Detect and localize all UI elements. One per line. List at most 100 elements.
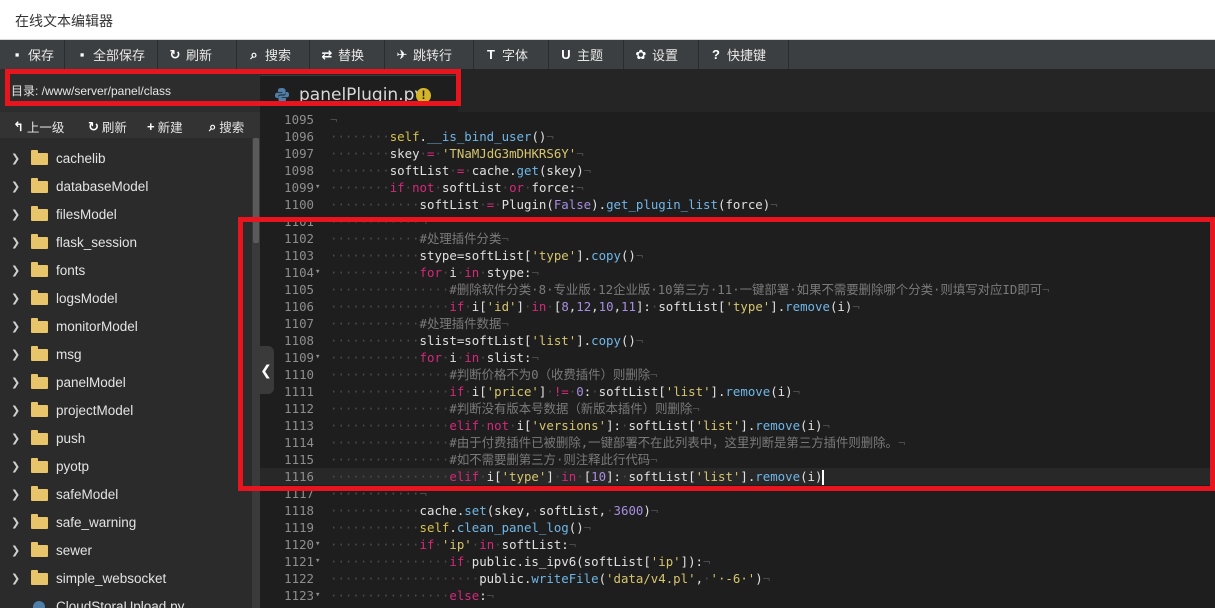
token-ws: · bbox=[546, 299, 554, 314]
token-pl: i[ bbox=[516, 418, 532, 433]
token-kw: for bbox=[419, 265, 442, 280]
toolbar-button-font[interactable]: T 字体 bbox=[474, 40, 549, 69]
token-ws: · bbox=[434, 180, 442, 195]
toolbar-button-replace[interactable]: ⇄ 替换 bbox=[310, 40, 385, 69]
folder-item-safe-warning[interactable]: ❯ safe_warning bbox=[0, 509, 252, 537]
folder-icon bbox=[31, 346, 48, 361]
code-editor[interactable]: 1095 ¬ 1096 ········self.__is_bind_user()¬ 1… bbox=[260, 112, 1215, 608]
token-ws: ¬ bbox=[576, 146, 584, 161]
token-pl: : bbox=[479, 588, 487, 603]
code-line: 1119 ············self.clean_panel_log()¬ bbox=[260, 519, 1215, 536]
folder-name: fonts bbox=[56, 263, 86, 278]
fold-arrow-icon[interactable]: ▾ bbox=[315, 264, 320, 281]
fold-arrow-icon[interactable]: ▾ bbox=[315, 587, 320, 604]
code-line: 1105 ················#删除软件分类·8·专业版·12企业版·… bbox=[260, 281, 1215, 298]
folder-item-sewer[interactable]: ❯ sewer bbox=[0, 537, 252, 565]
token-str: 'ip' bbox=[650, 554, 681, 569]
toolbar-button-theme[interactable]: U 主题 bbox=[549, 40, 624, 69]
folder-item-filesmodel[interactable]: ❯ filesModel bbox=[0, 201, 252, 229]
folder-name: safe_warning bbox=[56, 515, 137, 530]
token-kw: if bbox=[389, 180, 405, 195]
token-pl: . bbox=[449, 520, 457, 535]
token-cm: #处理插件分类 bbox=[419, 231, 502, 246]
token-ws: ············ bbox=[330, 520, 420, 535]
token-pl: (i) bbox=[800, 469, 823, 484]
folder-item-pyotp[interactable]: ❯ pyotp bbox=[0, 453, 252, 481]
token-str: 'id' bbox=[486, 299, 517, 314]
folder-icon bbox=[31, 262, 48, 277]
font-icon: T bbox=[487, 47, 495, 62]
code-line: 1108 ············slist=softList['list'].c… bbox=[260, 332, 1215, 349]
toolbar-button-search[interactable]: ⌕ 搜索 bbox=[237, 40, 310, 69]
folder-name: push bbox=[56, 431, 86, 446]
toolbar-button-label: 设置 bbox=[652, 48, 679, 63]
file-item[interactable]: CloudStoraUpload.py bbox=[0, 593, 252, 608]
collapse-sidebar-button[interactable]: ❮ bbox=[258, 346, 274, 394]
token-str: 'type' bbox=[531, 248, 577, 263]
fold-arrow-icon[interactable]: ▾ bbox=[315, 349, 320, 366]
code-line: 1104 ▾ ············for·i·in·stype:¬ bbox=[260, 264, 1215, 281]
token-kw: in bbox=[479, 537, 495, 552]
token-ws: · bbox=[464, 163, 472, 178]
folder-item-flask-session[interactable]: ❯ flask_session bbox=[0, 229, 252, 257]
token-ws: ¬ bbox=[330, 112, 338, 127]
code-line: 1113 ················elif·not·i['versions… bbox=[260, 417, 1215, 434]
tab-panelplugin[interactable]: panelPlugin.py ! bbox=[260, 75, 458, 113]
folder-item-cachelib[interactable]: ❯ cachelib bbox=[0, 145, 252, 173]
token-ws: ¬ bbox=[650, 452, 658, 467]
token-fn: remove bbox=[755, 418, 801, 433]
toolbar-button-shortcut[interactable]: ? 快捷键 bbox=[699, 40, 789, 69]
scrollbar-thumb[interactable] bbox=[253, 138, 259, 243]
token-cm: #删除软件分类·8·专业版·12企业版·10第三方·11·一键部署·如果不需要删… bbox=[449, 282, 1043, 297]
shortcut-icon: ? bbox=[712, 47, 720, 62]
code-text: ········softList·=·cache.get(skey)¬ bbox=[330, 162, 591, 179]
chevron-right-icon: ❯ bbox=[11, 153, 21, 165]
fold-arrow-icon[interactable]: ▾ bbox=[315, 553, 320, 570]
toolbar-button-save-all[interactable]: ▪ 全部保存 bbox=[65, 40, 158, 69]
sidebar-tool-search[interactable]: ⌕ 搜索 bbox=[209, 117, 244, 136]
token-ws: · bbox=[591, 384, 599, 399]
folder-item-projectmodel[interactable]: ❯ projectModel bbox=[0, 397, 252, 425]
settings-icon: ✿ bbox=[635, 46, 647, 62]
token-kw: or bbox=[509, 180, 525, 195]
folder-item-safemodel[interactable]: ❯ safeModel bbox=[0, 481, 252, 509]
toolbar-button-label: 主题 bbox=[577, 48, 604, 63]
toolbar-button-settings[interactable]: ✿ 设置 bbox=[624, 40, 699, 69]
toolbar-button-label: 搜索 bbox=[265, 48, 292, 63]
token-pl: skey bbox=[389, 146, 420, 161]
token-ws: · bbox=[434, 537, 442, 552]
code-line: 1100 ············softList·=·Plugin(False)… bbox=[260, 196, 1215, 213]
folder-item-panelmodel[interactable]: ❯ panelModel bbox=[0, 369, 252, 397]
token-ws: · bbox=[464, 384, 472, 399]
fold-arrow-icon[interactable]: ▾ bbox=[315, 536, 320, 553]
sidebar-tool-refresh[interactable]: ↻ 刷新 bbox=[88, 117, 127, 136]
token-str: '·-6·' bbox=[710, 571, 756, 586]
folder-item-monitormodel[interactable]: ❯ monitorModel bbox=[0, 313, 252, 341]
folder-item-fonts[interactable]: ❯ fonts bbox=[0, 257, 252, 285]
token-ws: ¬ bbox=[650, 367, 658, 382]
token-ws: · bbox=[479, 265, 487, 280]
token-num: 10 bbox=[598, 299, 614, 314]
code-text: ················elif·i['type']·in·[10]:·… bbox=[330, 468, 825, 485]
code-line: 1117 ············¬ bbox=[260, 485, 1215, 502]
folder-item-logsmodel[interactable]: ❯ logsModel bbox=[0, 285, 252, 313]
folder-item-push[interactable]: ❯ push bbox=[0, 425, 252, 453]
token-ws: · bbox=[606, 503, 614, 518]
toolbar-button-goto-line[interactable]: ✈ 跳转行 bbox=[385, 40, 474, 69]
sidebar-tool-up-level[interactable]: ↰ 上一级 bbox=[13, 117, 64, 136]
chevron-right-icon: ❯ bbox=[11, 433, 21, 445]
folder-item-simple-websocket[interactable]: ❯ simple_websocket bbox=[0, 565, 252, 593]
token-pl: slist=softList[ bbox=[419, 333, 532, 348]
token-num: 10 bbox=[591, 469, 607, 484]
toolbar-button-save[interactable]: ▪ 保存 bbox=[0, 40, 65, 69]
folder-item-databasemodel[interactable]: ❯ databaseModel bbox=[0, 173, 252, 201]
code-line: 1112 ················#判断没有版本号数据（新版本插件）则删除… bbox=[260, 400, 1215, 417]
folder-item-msg[interactable]: ❯ msg bbox=[0, 341, 252, 369]
sidebar-tool-plus[interactable]: + 新建 bbox=[147, 117, 183, 136]
chevron-left-icon: ❮ bbox=[260, 362, 272, 378]
fold-arrow-icon[interactable]: ▾ bbox=[315, 179, 320, 196]
code-text: ················#由于付费插件已被删除,一键部署不在此列表中，这… bbox=[330, 434, 905, 451]
toolbar-button-refresh[interactable]: ↻ 刷新 bbox=[158, 40, 237, 69]
token-ws: ¬ bbox=[531, 265, 539, 280]
token-fn: get bbox=[516, 163, 539, 178]
